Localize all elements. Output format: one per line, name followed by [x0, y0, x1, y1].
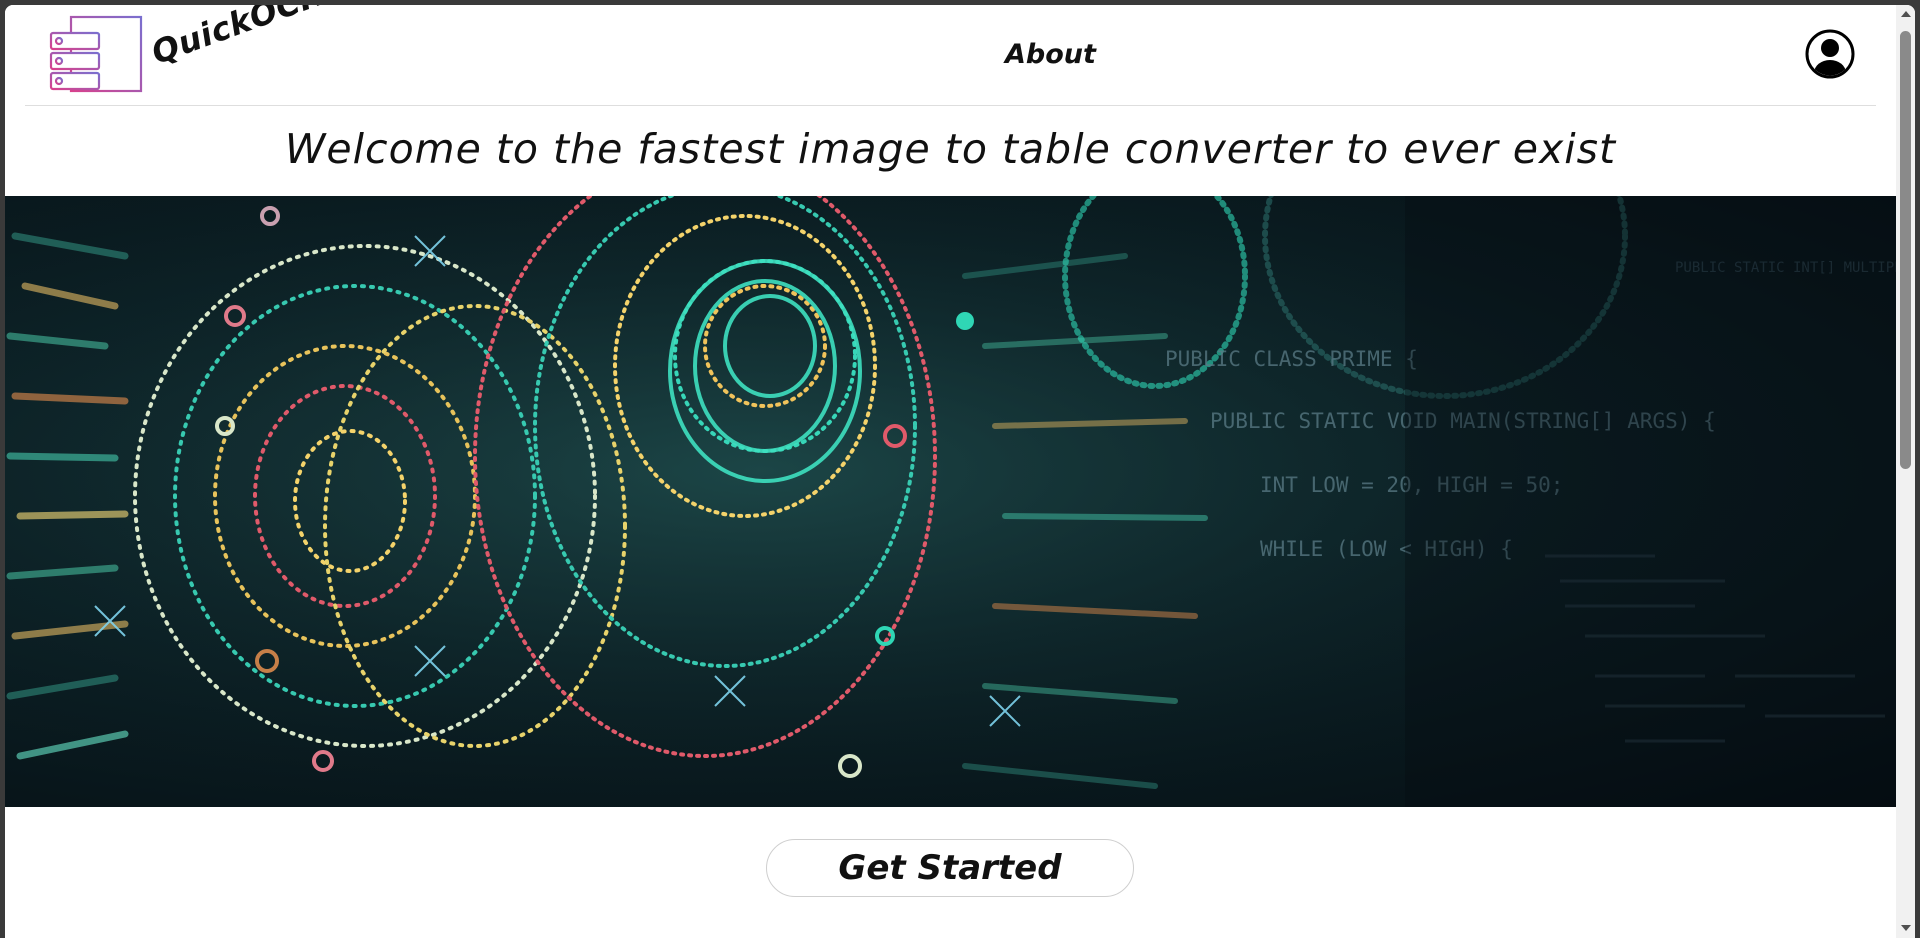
app-logo-text[interactable]: QuickOCR: [147, 5, 330, 72]
page-headline: Welcome to the fastest image to table co…: [284, 125, 1617, 173]
hero-illustration: PUBLIC CLASS PRIME { PUBLIC STATIC VOID …: [5, 196, 1896, 807]
scrollbar-thumb[interactable]: [1900, 31, 1911, 469]
scroll-up-arrow-icon[interactable]: [1901, 11, 1911, 17]
hero-banner-image: PUBLIC CLASS PRIME { PUBLIC STATIC VOID …: [5, 196, 1896, 807]
page-scrollbar[interactable]: [1896, 5, 1915, 938]
nav-link-about[interactable]: About: [1005, 39, 1096, 70]
navbar: QuickOCR About: [25, 5, 1876, 106]
page: QuickOCR About Welcome to the fastest im…: [5, 5, 1896, 938]
user-circle-icon[interactable]: [1805, 29, 1855, 79]
scroll-down-arrow-icon[interactable]: [1901, 925, 1911, 931]
get-started-button[interactable]: Get Started: [766, 839, 1134, 897]
browser-window: QuickOCR About Welcome to the fastest im…: [5, 5, 1915, 938]
hero-code-line: PUBLIC CLASS PRIME {: [1165, 347, 1418, 371]
table-list-logo-icon[interactable]: [49, 15, 143, 93]
